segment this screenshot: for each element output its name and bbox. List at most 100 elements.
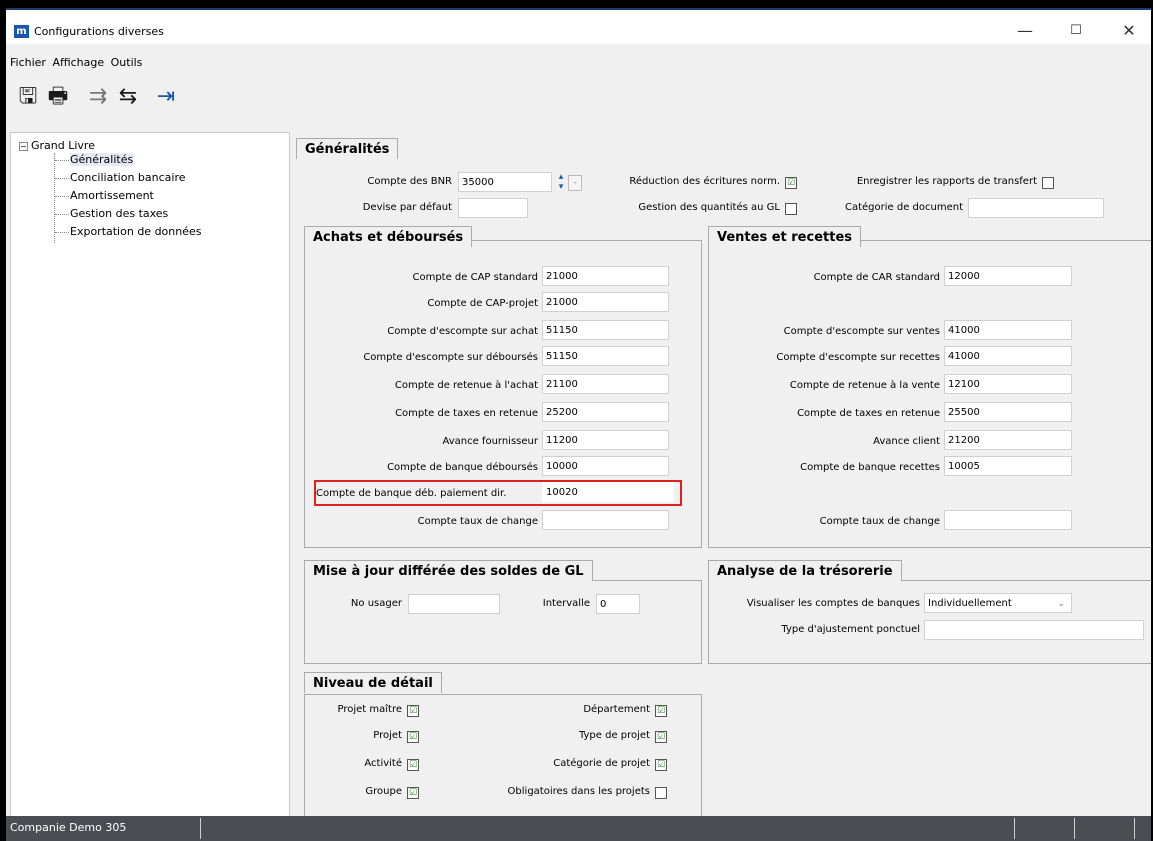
title-bar: m Configurations diverses — ☐ ✕ xyxy=(6,10,1151,44)
ventes-label-2: Compte d'escompte sur recettes xyxy=(776,352,940,363)
reduction-label: Réduction des écritures norm. xyxy=(629,176,780,187)
spin-updown-icon[interactable]: ▴ ▾ xyxy=(555,172,567,192)
menu-affichage[interactable]: Affichage xyxy=(52,56,104,69)
tresorerie-tab: Analyse de la trésorerie xyxy=(708,560,902,581)
niveau-right-checkbox-2[interactable]: ☑ xyxy=(655,759,667,771)
intervalle-label: Intervalle xyxy=(542,598,590,609)
achats-label-1: Compte de CAP-projet xyxy=(427,298,538,309)
niveau-right-checkbox-3[interactable] xyxy=(655,787,667,799)
niveau-right-checkbox-1[interactable]: ☑ xyxy=(655,731,667,743)
ventes-input-7[interactable] xyxy=(944,510,1072,530)
ventes-input-3[interactable]: 12100 xyxy=(944,374,1072,394)
niveau-left-label-0: Projet maître xyxy=(337,704,402,715)
status-separator xyxy=(1134,818,1135,839)
ventes-input-4[interactable]: 25500 xyxy=(944,402,1072,422)
navigation-tree: − Grand Livre Généralités Conciliation ba… xyxy=(10,132,290,818)
niveau-left-label-2: Activité xyxy=(364,758,402,769)
compare-icon[interactable]: ⇆ xyxy=(114,82,142,112)
settings-area: Généralités Compte des BNR 35000 ▴ ▾ - De… xyxy=(292,132,1151,817)
gestion-quantites-checkbox[interactable] xyxy=(785,203,797,215)
save-icon[interactable]: 🖫 xyxy=(14,82,42,112)
reduction-checkbox[interactable]: ☑ xyxy=(785,177,797,189)
ventes-tab: Ventes et recettes xyxy=(708,226,862,247)
miseajour-tab: Mise à jour différée des soldes de GL xyxy=(304,560,593,581)
niveau-tab: Niveau de détail xyxy=(304,672,442,693)
achats-label-4: Compte de retenue à l'achat xyxy=(394,380,538,391)
tree-item-taxes[interactable]: Gestion des taxes xyxy=(55,207,168,220)
ajustement-input[interactable] xyxy=(924,620,1144,640)
ventes-label-7: Compte taux de change xyxy=(819,516,940,527)
achats-input-2[interactable]: 51150 xyxy=(542,320,669,340)
achats-input-1[interactable]: 21000 xyxy=(542,292,669,312)
menu-outils[interactable]: Outils xyxy=(111,56,143,69)
achats-input-3[interactable]: 51150 xyxy=(542,346,669,366)
gestion-quantites-label: Gestion des quantités au GL xyxy=(638,202,780,213)
devise-input[interactable] xyxy=(458,198,528,218)
ventes-input-2[interactable]: 41000 xyxy=(944,346,1072,366)
chevron-down-icon: ⌄ xyxy=(1057,599,1065,609)
ventes-label-5: Avance client xyxy=(873,436,940,447)
categorie-doc-label: Catégorie de document xyxy=(844,202,963,213)
print-icon[interactable]: 🖶 xyxy=(44,82,72,112)
usager-input[interactable] xyxy=(408,594,500,614)
niveau-left-checkbox-1[interactable]: ☑ xyxy=(407,731,419,743)
achats-input-9[interactable] xyxy=(542,510,669,530)
ventes-input-5[interactable]: 21200 xyxy=(944,430,1072,450)
devise-label: Devise par défaut xyxy=(362,202,452,213)
achats-label-8: Compte de banque déb. paiement dir. xyxy=(316,488,507,499)
spin-extra-button[interactable]: - xyxy=(568,175,582,191)
status-bar: Companie Demo 305 xyxy=(6,816,1151,841)
tree-item-exportation[interactable]: Exportation de données xyxy=(55,225,201,238)
menu-bar: Fichier Affichage Outils xyxy=(6,56,1151,74)
ventes-label-6: Compte de banque recettes xyxy=(800,462,940,473)
enregistrer-checkbox[interactable] xyxy=(1042,177,1054,189)
achats-input-5[interactable]: 25200 xyxy=(542,402,669,422)
ventes-input-1[interactable]: 41000 xyxy=(944,320,1072,340)
niveau-right-checkbox-0[interactable]: ☑ xyxy=(655,705,667,717)
ventes-label-3: Compte de retenue à la vente xyxy=(789,380,940,391)
ventes-label-4: Compte de taxes en retenue xyxy=(797,408,940,419)
transfer-icon[interactable]: ⇉ xyxy=(84,82,112,112)
niveau-right-label-1: Type de projet xyxy=(578,730,650,741)
achats-label-6: Avance fournisseur xyxy=(442,436,538,447)
tree-root-label: Grand Livre xyxy=(31,139,95,152)
achats-input-6[interactable]: 11200 xyxy=(542,430,669,450)
close-button[interactable]: ✕ xyxy=(1114,20,1144,42)
ajustement-label: Type d'ajustement ponctuel xyxy=(781,624,920,635)
tree-item-generalites[interactable]: Généralités xyxy=(55,153,134,166)
tree-root-grand-livre[interactable]: − Grand Livre xyxy=(19,139,95,152)
visualiser-value: Individuellement xyxy=(928,598,1012,609)
collapse-icon[interactable]: − xyxy=(19,141,28,151)
niveau-right-label-3: Obligatoires dans les projets xyxy=(507,786,650,797)
niveau-left-checkbox-2[interactable]: ☑ xyxy=(407,759,419,771)
ventes-label-1: Compte d'escompte sur ventes xyxy=(783,326,940,337)
niveau-left-checkbox-0[interactable]: ☑ xyxy=(407,705,419,717)
window-title: Configurations diverses xyxy=(34,25,164,38)
configurations-window: m Configurations diverses — ☐ ✕ Fichier … xyxy=(6,8,1151,841)
exit-icon[interactable]: ⇥ xyxy=(152,82,180,112)
categorie-doc-input[interactable] xyxy=(968,198,1104,218)
achats-input-7[interactable]: 10000 xyxy=(542,456,669,476)
achats-label-7: Compte de banque déboursés xyxy=(387,462,538,473)
status-separator xyxy=(200,818,201,839)
visualiser-select[interactable]: Individuellement ⌄ xyxy=(924,593,1072,613)
compte-bnr-input[interactable]: 35000 xyxy=(458,172,552,192)
visualiser-label: Visualiser les comptes de banques xyxy=(746,598,920,609)
usager-label: No usager xyxy=(350,598,402,609)
tree-item-conciliation[interactable]: Conciliation bancaire xyxy=(55,171,186,184)
minimize-button[interactable]: — xyxy=(1010,20,1040,42)
maximize-button[interactable]: ☐ xyxy=(1061,20,1091,42)
ventes-input-0[interactable]: 12000 xyxy=(944,266,1072,286)
ventes-input-6[interactable]: 10005 xyxy=(944,456,1072,476)
achats-input-0[interactable]: 21000 xyxy=(542,266,669,286)
company-name: Companie Demo 305 xyxy=(10,821,127,834)
menu-fichier[interactable]: Fichier xyxy=(10,56,46,69)
tree-item-amortissement[interactable]: Amortissement xyxy=(55,189,154,202)
niveau-left-checkbox-3[interactable]: ☑ xyxy=(407,787,419,799)
ventes-label-0: Compte de CAR standard xyxy=(813,272,940,283)
app-icon: m xyxy=(14,25,29,38)
achats-input-4[interactable]: 21100 xyxy=(542,374,669,394)
achats-input-8[interactable]: 10020 xyxy=(542,482,674,502)
tab-generalites[interactable]: Généralités xyxy=(296,138,399,159)
intervalle-input[interactable]: 0 xyxy=(596,594,640,614)
